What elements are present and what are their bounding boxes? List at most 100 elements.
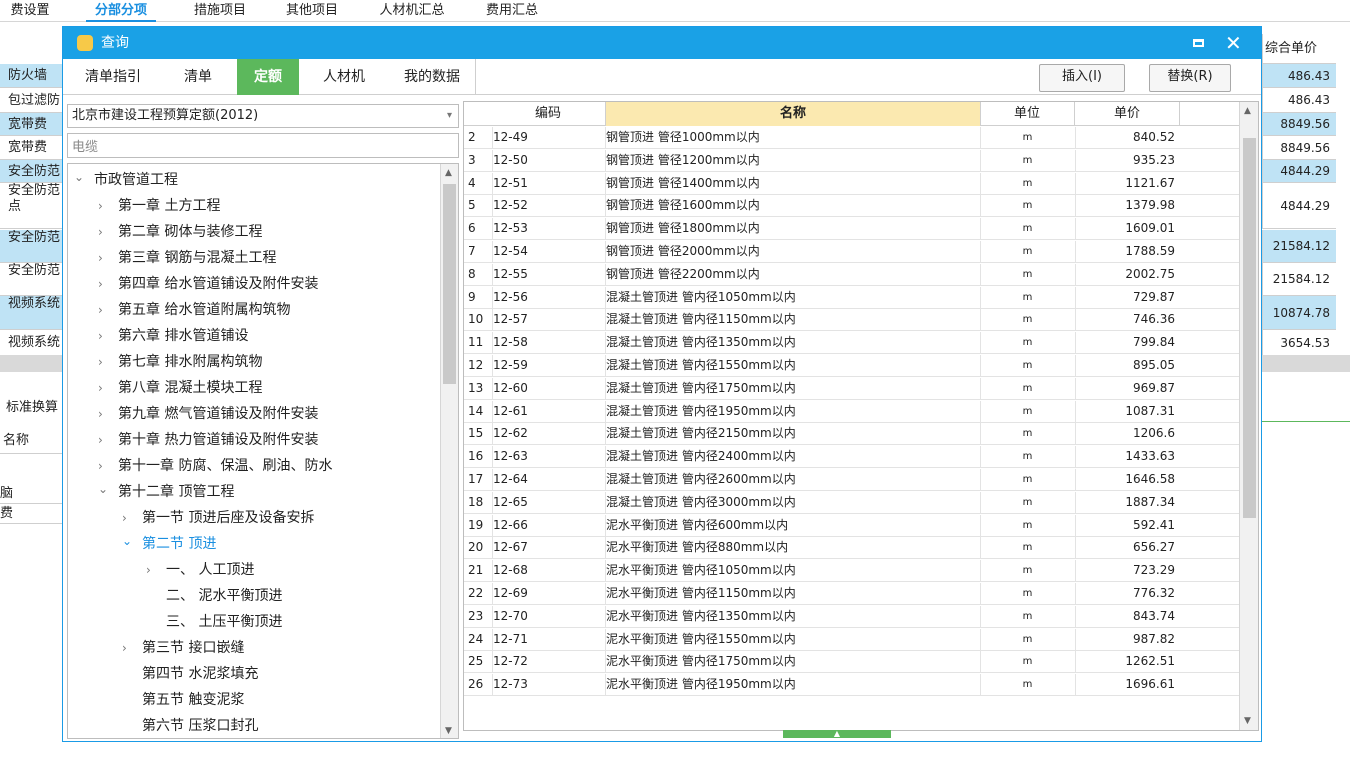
- scroll-thumb[interactable]: [1243, 138, 1256, 518]
- background-row-label[interactable]: 宽带费: [0, 113, 63, 136]
- background-row-price[interactable]: 486.43: [1262, 64, 1336, 88]
- chevron-down-icon[interactable]: ⌄: [98, 476, 112, 502]
- background-row-price[interactable]: 3654.53: [1262, 330, 1336, 356]
- background-row-price[interactable]: 4844.29: [1262, 160, 1336, 183]
- tree-node[interactable]: › 第三节 接口嵌缝: [68, 635, 244, 661]
- table-row[interactable]: 17 12-64 混凝土管顶进 管内径2600mm以内 m 1646.58: [464, 469, 1239, 491]
- tree-node[interactable]: › 第十章 热力管道铺设及附件安装: [68, 427, 318, 453]
- expand-panel-handle[interactable]: ▲: [783, 730, 891, 738]
- table-row[interactable]: 13 12-60 混凝土管顶进 管内径1750mm以内 m 969.87: [464, 377, 1239, 400]
- table-row[interactable]: 20 12-67 泥水平衡顶进 管内径880mm以内 m 656.27: [464, 537, 1239, 560]
- table-row[interactable]: 8 12-55 钢管顶进 管径2200mm以内 m 2002.75: [464, 263, 1239, 286]
- insert-button[interactable]: 插入(I): [1039, 64, 1125, 92]
- main-tab-other-items[interactable]: 其他项目: [272, 0, 352, 22]
- chevron-right-icon[interactable]: ›: [98, 219, 112, 245]
- background-row-label[interactable]: 安全防范点: [0, 183, 63, 229]
- tree-node[interactable]: › 第七章 排水附属构筑物: [68, 349, 262, 375]
- table-row[interactable]: 19 12-66 泥水平衡顶进 管内径600mm以内 m 592.41: [464, 514, 1239, 537]
- tree-node[interactable]: › 第三章 钢筋与混凝土工程: [68, 245, 276, 271]
- header-code[interactable]: 编码: [492, 102, 604, 126]
- search-input[interactable]: [67, 133, 459, 158]
- table-row[interactable]: 16 12-63 混凝土管顶进 管内径2400mm以内 m 1433.63: [464, 446, 1239, 469]
- dialog-title-bar[interactable]: 查询 ✕: [63, 27, 1261, 59]
- chevron-right-icon[interactable]: ›: [122, 635, 136, 661]
- table-row[interactable]: 23 12-70 泥水平衡顶进 管内径1350mm以内 m 843.74: [464, 605, 1239, 628]
- chevron-right-icon[interactable]: ›: [98, 297, 112, 323]
- scroll-up-icon[interactable]: ▲: [1244, 106, 1251, 116]
- tree-node[interactable]: › 第九章 燃气管道铺设及附件安装: [68, 401, 318, 427]
- tree-node[interactable]: › 第一章 土方工程: [68, 193, 220, 219]
- table-row[interactable]: 11 12-58 混凝土管顶进 管内径1350mm以内 m 799.84: [464, 332, 1239, 355]
- tree-node[interactable]: › 第六章 排水管道铺设: [68, 323, 248, 349]
- background-row-price[interactable]: 21584.12: [1262, 230, 1336, 263]
- background-row-label[interactable]: 防火墙: [0, 64, 63, 88]
- tree-node[interactable]: › 第二章 砌体与装修工程: [68, 219, 262, 245]
- tree-node[interactable]: › 第五章 给水管道附属构筑物: [68, 297, 290, 323]
- table-row[interactable]: 15 12-62 混凝土管顶进 管内径2150mm以内 m 1206.6: [464, 423, 1239, 446]
- scroll-down-icon[interactable]: ▼: [445, 726, 452, 736]
- tree-node[interactable]: 第五节 触变泥浆: [68, 687, 244, 713]
- library-select[interactable]: 北京市建设工程预算定额(2012) ▾: [67, 104, 459, 128]
- maximize-icon[interactable]: [1193, 39, 1204, 47]
- chevron-right-icon[interactable]: ›: [98, 349, 112, 375]
- tree-node[interactable]: 第四节 水泥浆填充: [68, 661, 258, 687]
- table-row[interactable]: 5 12-52 钢管顶进 管径1600mm以内 m 1379.98: [464, 195, 1239, 218]
- table-row[interactable]: 14 12-61 混凝土管顶进 管内径1950mm以内 m 1087.31: [464, 400, 1239, 423]
- background-row-label[interactable]: 包过滤防: [0, 88, 63, 113]
- tree-node[interactable]: 第六节 压浆口封孔: [68, 713, 258, 737]
- background-row-price[interactable]: 8849.56: [1262, 113, 1336, 136]
- chevron-right-icon[interactable]: ›: [98, 193, 112, 219]
- table-row[interactable]: 24 12-71 泥水平衡顶进 管内径1550mm以内 m 987.82: [464, 628, 1239, 651]
- table-row[interactable]: 21 12-68 泥水平衡顶进 管内径1050mm以内 m 723.29: [464, 560, 1239, 583]
- replace-button[interactable]: 替换(R): [1149, 64, 1231, 92]
- table-row[interactable]: 18 12-65 混凝土管顶进 管内径3000mm以内 m 1887.34: [464, 491, 1239, 514]
- table-row[interactable]: 3 12-50 钢管顶进 管径1200mm以内 m 935.23: [464, 149, 1239, 172]
- tree-node[interactable]: 三、 土压平衡顶进: [68, 609, 282, 635]
- tab-list[interactable]: 清单: [163, 59, 233, 95]
- scroll-thumb[interactable]: [443, 184, 456, 384]
- close-icon[interactable]: ✕: [1225, 29, 1242, 57]
- table-row[interactable]: 10 12-57 混凝土管顶进 管内径1150mm以内 m 746.36: [464, 309, 1239, 332]
- table-row[interactable]: 25 12-72 泥水平衡顶进 管内径1750mm以内 m 1262.51: [464, 651, 1239, 674]
- background-row-label[interactable]: 宽带费: [0, 136, 63, 160]
- chevron-right-icon[interactable]: ›: [98, 427, 112, 453]
- table-row[interactable]: 2 12-49 钢管顶进 管径1000mm以内 m 840.52: [464, 127, 1239, 149]
- table-row[interactable]: 6 12-53 钢管顶进 管径1800mm以内 m 1609.01: [464, 218, 1239, 241]
- main-tab-resources-summary[interactable]: 人材机汇总: [364, 0, 460, 22]
- tab-quota[interactable]: 定额: [237, 59, 299, 95]
- header-name[interactable]: 名称: [605, 102, 981, 126]
- chevron-right-icon[interactable]: ›: [98, 375, 112, 401]
- background-row-price[interactable]: 486.43: [1262, 88, 1336, 113]
- main-tab-measures[interactable]: 措施项目: [180, 0, 260, 22]
- main-tab-cost-summary[interactable]: 费用汇总: [472, 0, 552, 22]
- tab-list-guide[interactable]: 清单指引: [71, 59, 155, 95]
- background-row-label[interactable]: 安全防范: [0, 160, 63, 183]
- background-row-price[interactable]: 21584.12: [1262, 263, 1336, 296]
- tree-node[interactable]: › 第四章 给水管道铺设及附件安装: [68, 271, 318, 297]
- background-row-label[interactable]: 安全防范: [0, 263, 63, 296]
- main-tab-fee-settings[interactable]: 费设置: [0, 0, 60, 22]
- background-row-price[interactable]: 4844.29: [1262, 183, 1336, 229]
- tree-node[interactable]: 二、 泥水平衡顶进: [68, 583, 282, 609]
- scroll-down-icon[interactable]: ▼: [1244, 716, 1251, 726]
- chevron-down-icon[interactable]: ⌄: [122, 528, 136, 554]
- table-row[interactable]: 9 12-56 混凝土管顶进 管内径1050mm以内 m 729.87: [464, 286, 1239, 309]
- table-row[interactable]: 22 12-69 泥水平衡顶进 管内径1150mm以内 m 776.32: [464, 583, 1239, 605]
- chevron-down-icon[interactable]: ⌄: [74, 167, 88, 190]
- tab-my-data[interactable]: 我的数据: [389, 59, 476, 95]
- background-row-label[interactable]: 安全防范: [0, 230, 63, 263]
- background-row-price[interactable]: 10874.78: [1262, 296, 1336, 330]
- tree-node[interactable]: › 第八章 混凝土模块工程: [68, 375, 262, 401]
- chevron-right-icon[interactable]: ›: [98, 271, 112, 297]
- tree-node[interactable]: › 一、 人工顶进: [68, 557, 254, 583]
- tab-resources[interactable]: 人材机: [309, 59, 379, 95]
- chevron-right-icon[interactable]: ›: [98, 245, 112, 271]
- table-row[interactable]: 26 12-73 泥水平衡顶进 管内径1950mm以内 m 1696.61: [464, 674, 1239, 697]
- chevron-right-icon[interactable]: ›: [98, 323, 112, 349]
- table-row[interactable]: 12 12-59 混凝土管顶进 管内径1550mm以内 m 895.05: [464, 355, 1239, 377]
- background-row-label[interactable]: 视频系统: [0, 330, 63, 356]
- tree-node[interactable]: ⌄ 第二节 顶进: [68, 531, 216, 557]
- scroll-up-icon[interactable]: ▲: [445, 168, 452, 178]
- background-scrollbar-right[interactable]: [1262, 355, 1350, 372]
- tree-node[interactable]: › 第一节 顶进后座及设备安拆: [68, 505, 314, 531]
